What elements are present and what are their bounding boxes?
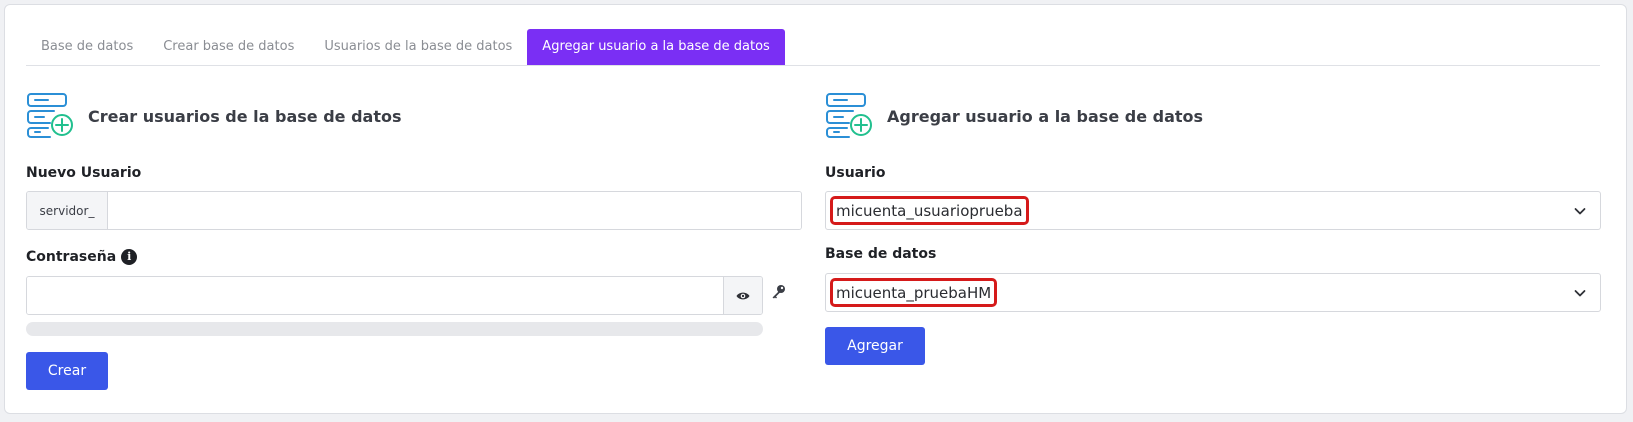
user-select-value: micuenta_usuarioprueba xyxy=(830,196,1029,225)
password-label-row: Contraseña i xyxy=(26,249,138,265)
eye-icon xyxy=(736,292,750,299)
info-icon[interactable]: i xyxy=(121,249,138,265)
tab-bar: Base de datos Crear base de datos Usuari… xyxy=(26,29,1600,66)
create-button[interactable]: Crear xyxy=(26,352,108,390)
user-label: Usuario xyxy=(825,165,886,181)
chevron-down-icon xyxy=(1574,207,1586,214)
password-strength-bar xyxy=(26,322,763,336)
add-button[interactable]: Agregar xyxy=(825,327,925,365)
user-select[interactable]: micuenta_usuarioprueba xyxy=(825,191,1601,230)
database-select-value: micuenta_pruebaHM xyxy=(830,278,998,307)
add-user-title: Agregar usuario a la base de datos xyxy=(887,106,1204,126)
password-label: Contraseña xyxy=(26,249,117,265)
new-user-input-group: servidor_ xyxy=(26,191,802,230)
database-select[interactable]: micuenta_pruebaHM xyxy=(825,273,1601,312)
new-user-label: Nuevo Usuario xyxy=(26,165,142,181)
tab-base-de-datos[interactable]: Base de datos xyxy=(26,29,148,65)
password-input[interactable] xyxy=(27,277,723,314)
key-icon[interactable] xyxy=(771,284,786,299)
tab-agregar-usuario[interactable]: Agregar usuario a la base de datos xyxy=(527,29,785,65)
database-label: Base de datos xyxy=(825,246,937,262)
tab-usuarios-base-de-datos[interactable]: Usuarios de la base de datos xyxy=(309,29,527,65)
add-user-header: Agregar usuario a la base de datos xyxy=(825,92,1203,140)
database-add-icon xyxy=(826,93,872,138)
username-prefix: servidor_ xyxy=(27,192,108,229)
create-user-header: Crear usuarios de la base de datos xyxy=(26,92,402,140)
password-input-group xyxy=(26,276,763,315)
database-add-icon xyxy=(27,93,73,138)
create-user-title: Crear usuarios de la base de datos xyxy=(88,106,402,126)
new-user-input[interactable] xyxy=(108,192,801,229)
chevron-down-icon xyxy=(1574,289,1586,296)
show-password-button[interactable] xyxy=(723,277,762,314)
tab-crear-base-de-datos[interactable]: Crear base de datos xyxy=(148,29,309,65)
